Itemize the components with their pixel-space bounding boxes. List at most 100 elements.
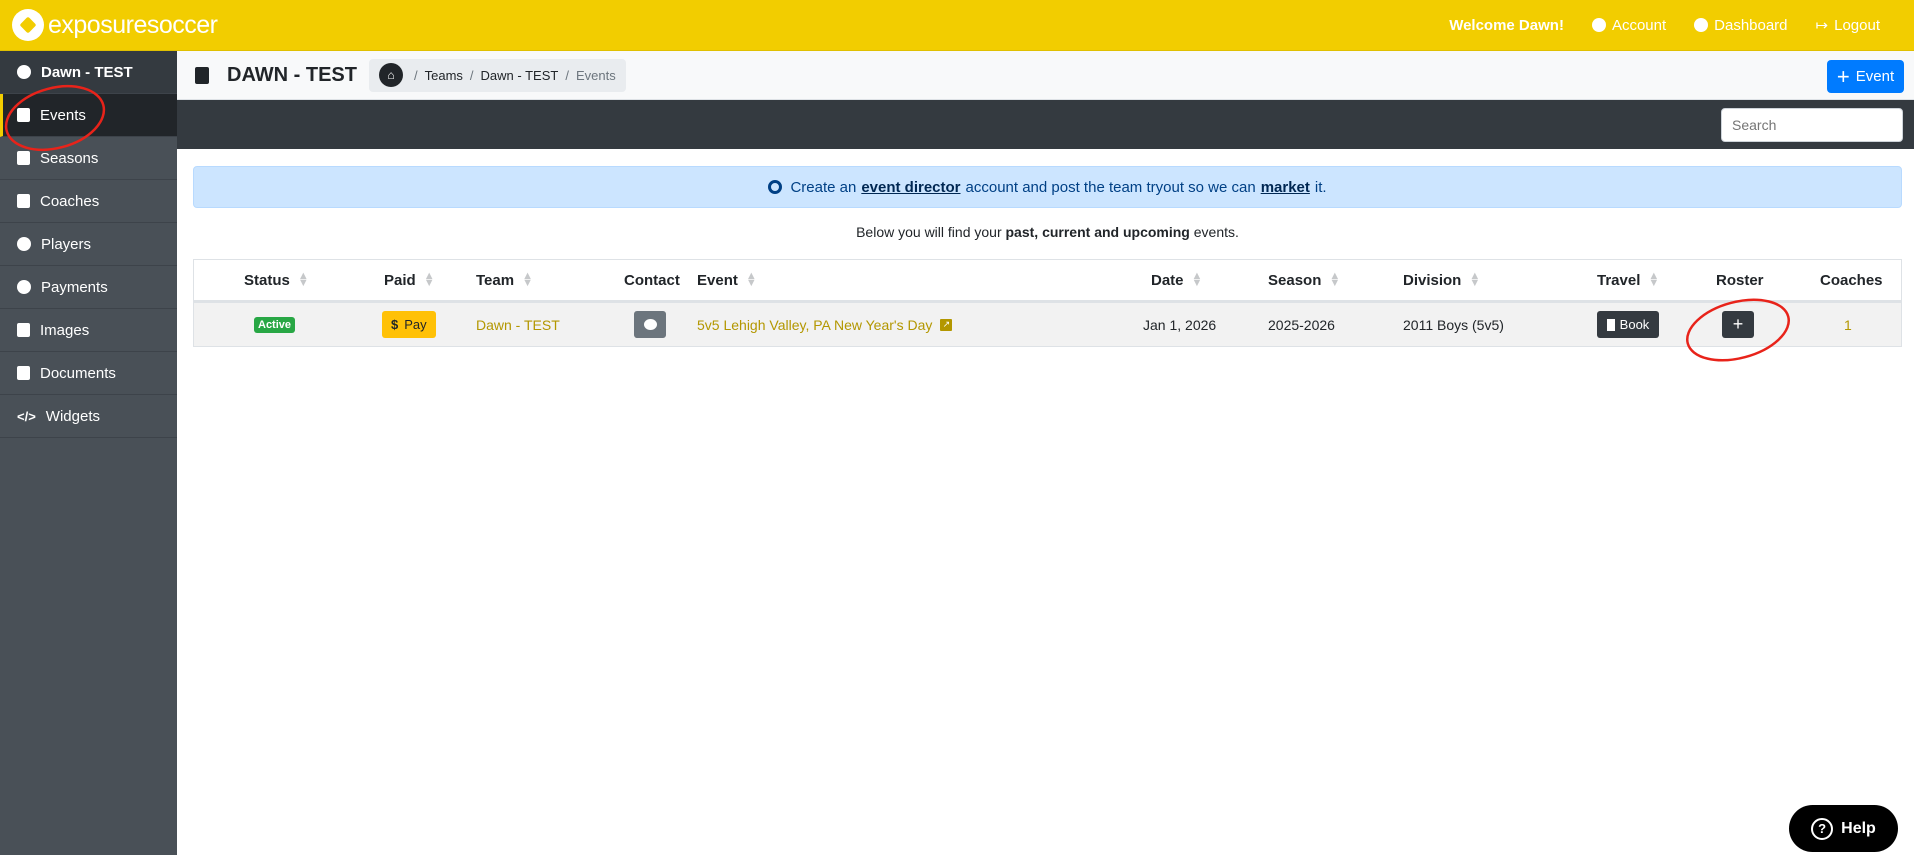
col-label: Event [697, 271, 738, 289]
soccer-ball-icon [12, 9, 44, 41]
page-title: DAWN - TEST [227, 63, 357, 86]
sidebar-item-images[interactable]: Images [0, 309, 177, 352]
col-label: Roster [1716, 271, 1764, 289]
calendar-icon [195, 66, 209, 84]
sidebar-item-seasons[interactable]: Seasons [0, 137, 177, 180]
dashboard-link[interactable]: Dashboard [1694, 16, 1788, 34]
gauge-icon [1694, 18, 1709, 32]
breadcrumb-separator: / [469, 67, 474, 83]
info-alert: Create an event director account and pos… [193, 166, 1902, 208]
dashboard-label: Dashboard [1714, 16, 1788, 34]
brand-name-light: soccer [146, 10, 218, 39]
roster-cell: + [1722, 303, 1754, 346]
sidebar-item-payments[interactable]: Payments [0, 266, 177, 309]
sort-icon: ▲ ▼ [1329, 270, 1341, 289]
intro-bold: past, current and upcoming [1005, 224, 1190, 240]
sidebar-item-label: Documents [40, 364, 116, 382]
col-division[interactable]: Division ▲ ▼ [1403, 260, 1480, 300]
col-label: Paid [384, 271, 416, 289]
account-link[interactable]: Account [1591, 17, 1666, 34]
alert-text: it. [1314, 178, 1327, 196]
event-cell: 5v5 Lehigh Valley, PA New Year's Day ↗ [697, 303, 953, 346]
breadcrumb-teams[interactable]: Teams [425, 68, 463, 83]
sidebar-item-label: Players [41, 235, 92, 253]
help-button[interactable]: ? Help [1789, 805, 1898, 852]
events-table: Status ▲ ▼ Paid ▲ ▼ Team ▲ ▼ Contact Event ▲ ▼ D… [193, 259, 1902, 347]
sign-out-icon: ↦ [1815, 17, 1829, 34]
sort-icon: ▲ ▼ [1469, 270, 1481, 289]
sidebar-item-events[interactable]: Events [0, 94, 177, 137]
col-label: Coaches [1820, 271, 1883, 289]
sidebar-back-label: Dawn - TEST [41, 63, 133, 81]
pay-label: Pay [404, 317, 427, 332]
coaches-count[interactable]: 1 [1844, 303, 1852, 346]
calendar-alt-icon [17, 151, 30, 165]
sidebar-item-label: Widgets [45, 407, 100, 425]
sidebar: Dawn - TEST Events Seasons Coaches Playe… [0, 51, 177, 855]
logout-link[interactable]: ↦ Logout [1815, 16, 1880, 35]
col-team[interactable]: Team ▲ ▼ [476, 260, 533, 300]
event-director-link[interactable]: event director [861, 179, 960, 196]
images-icon [17, 323, 30, 337]
sort-icon: ▲ ▼ [1648, 270, 1660, 289]
plus-icon: + [1836, 63, 1850, 89]
market-link[interactable]: market [1261, 179, 1310, 196]
col-paid[interactable]: Paid ▲ ▼ [384, 260, 435, 300]
col-travel[interactable]: Travel ▲ ▼ [1597, 260, 1659, 300]
sidebar-item-documents[interactable]: Documents [0, 352, 177, 395]
sort-icon: ▲ ▼ [423, 270, 435, 289]
col-event[interactable]: Event ▲ ▼ [697, 260, 757, 300]
user-circle-icon [1591, 18, 1606, 32]
sidebar-item-label: Seasons [40, 149, 99, 167]
col-season[interactable]: Season ▲ ▼ [1268, 260, 1340, 300]
sidebar-item-label: Events [40, 106, 86, 124]
brand-name-bold: exposure [48, 10, 147, 39]
col-roster: Roster [1716, 260, 1764, 300]
table-header: Status ▲ ▼ Paid ▲ ▼ Team ▲ ▼ Contact Event ▲ ▼ D… [194, 260, 1901, 303]
col-contact: Contact [624, 260, 680, 300]
col-date[interactable]: Date ▲ ▼ [1151, 260, 1202, 300]
col-label: Division [1403, 271, 1462, 289]
col-status[interactable]: Status ▲ ▼ [244, 260, 309, 300]
welcome-text: Welcome Dawn! [1449, 16, 1564, 34]
brand-logo[interactable]: exposure soccer [12, 9, 218, 41]
sidebar-item-label: Payments [41, 278, 108, 296]
sidebar-item-label: Coaches [40, 192, 100, 210]
breadcrumb-team[interactable]: Dawn - TEST [481, 68, 559, 83]
add-event-button[interactable]: + Event [1827, 60, 1904, 93]
sidebar-item-widgets[interactable]: </> Widgets [0, 395, 177, 438]
sort-icon: ▲ ▼ [745, 270, 757, 289]
file-icon [17, 366, 30, 380]
sidebar-item-players[interactable]: Players [0, 223, 177, 266]
help-label: Help [1841, 819, 1876, 837]
col-label: Travel [1597, 271, 1641, 289]
search-input[interactable] [1721, 108, 1903, 142]
sidebar-back-team[interactable]: Dawn - TEST [0, 51, 177, 94]
breadcrumb-separator: / [565, 67, 569, 83]
date-cell: Jan 1, 2026 [1143, 316, 1217, 333]
sort-icon: ▲ ▼ [297, 270, 309, 289]
comment-icon [643, 319, 657, 330]
intro-post: events. [1193, 224, 1239, 240]
arrow-circle-left-icon [17, 65, 31, 79]
sidebar-item-coaches[interactable]: Coaches [0, 180, 177, 223]
book-button[interactable]: Book [1597, 311, 1659, 338]
contact-cell [634, 303, 666, 346]
status-cell: Active [254, 303, 296, 346]
alert-text: account and post the team tryout so we c… [965, 178, 1256, 196]
add-roster-button[interactable]: + [1722, 311, 1754, 338]
add-event-label: Event [1855, 68, 1895, 85]
contact-button[interactable] [634, 311, 666, 338]
breadcrumb-current: Events [575, 67, 616, 83]
travel-cell: Book [1597, 303, 1659, 346]
table-row: Active $ Pay Dawn - TEST 5v5 Lehigh Valle… [194, 303, 1901, 346]
event-link[interactable]: 5v5 Lehigh Valley, PA New Year's Day [697, 317, 932, 333]
logout-label: Logout [1834, 16, 1880, 34]
home-icon[interactable]: ⌂ [379, 63, 403, 87]
pay-button[interactable]: $ Pay [382, 311, 436, 338]
breadcrumb: ⌂ / Teams / Dawn - TEST / Events [369, 58, 626, 92]
external-link-icon[interactable]: ↗ [940, 318, 953, 331]
season-cell: 2025-2026 [1268, 316, 1335, 333]
team-link[interactable]: Dawn - TEST [476, 303, 560, 346]
col-label: Team [476, 271, 515, 289]
